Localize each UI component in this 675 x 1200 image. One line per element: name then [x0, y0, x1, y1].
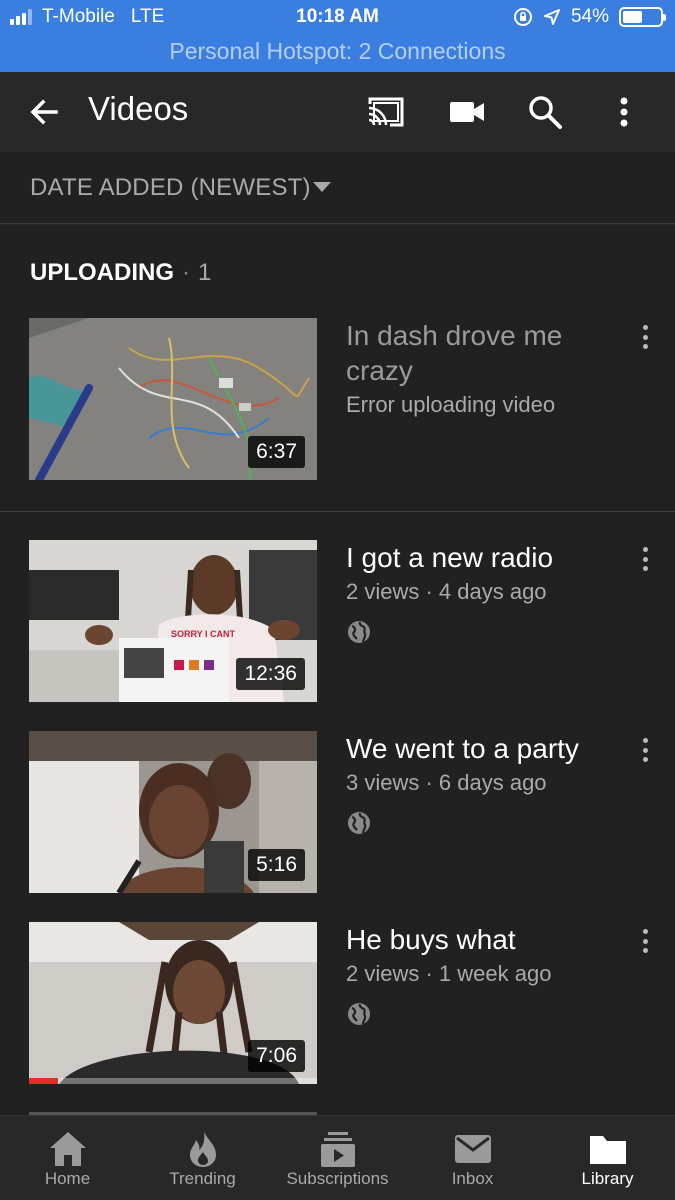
rotation-lock-icon — [513, 8, 532, 26]
video-title[interactable]: We went to a party — [346, 731, 616, 766]
globe-icon — [348, 1003, 370, 1025]
sort-label: DATE ADDED (NEWEST) — [30, 174, 311, 201]
battery-percent: 54% — [570, 6, 609, 27]
video-thumbnail[interactable]: 7:06 — [29, 922, 317, 1084]
subscriptions-icon — [320, 1132, 355, 1167]
cast-icon[interactable] — [366, 92, 406, 132]
svg-text:SORRY I CANT: SORRY I CANT — [171, 629, 236, 639]
video-stats: 2 views · 1 week ago — [346, 961, 552, 986]
more-vert-icon[interactable] — [635, 926, 655, 956]
globe-icon — [348, 621, 370, 643]
uploading-heading: UPLOADING — [30, 259, 174, 286]
home-icon — [49, 1132, 86, 1166]
nav-inbox[interactable]: Inbox — [405, 1116, 540, 1200]
video-thumbnail[interactable]: 5:16 — [29, 731, 317, 893]
nav-label: Library — [581, 1169, 634, 1188]
nav-library[interactable]: Library — [540, 1116, 675, 1200]
nav-label: Trending — [169, 1169, 236, 1188]
upload-status: Error uploading video — [346, 392, 556, 417]
uploading-count: 1 — [198, 259, 212, 286]
nav-subscriptions[interactable]: Subscriptions — [270, 1116, 405, 1200]
video-thumbnail[interactable]: SORRY I CANT 12:36 — [29, 540, 317, 702]
page-title: Videos — [88, 90, 189, 127]
back-arrow-icon[interactable] — [24, 92, 64, 132]
more-vert-icon[interactable] — [635, 322, 655, 352]
nav-home[interactable]: Home — [0, 1116, 135, 1200]
video-duration: 7:06 — [248, 1040, 305, 1072]
video-title[interactable]: I got a new radio — [346, 540, 616, 575]
more-vert-icon[interactable] — [635, 544, 655, 574]
video-thumbnail[interactable]: 6:37 — [29, 318, 317, 480]
video-stats: 3 views · 6 days ago — [346, 770, 547, 795]
video-duration: 12:36 — [236, 658, 305, 690]
video-item[interactable]: 7:06 He buys what 2 views · 1 week ago — [0, 922, 675, 1092]
video-list: UPLOADING · 1 6:37 In dash drove me craz… — [0, 225, 675, 1115]
video-item[interactable]: 5:16 We went to a party 3 views · 6 days… — [0, 731, 675, 901]
video-duration: 6:37 — [248, 436, 305, 468]
app-bar: Videos — [0, 72, 675, 152]
globe-icon — [348, 812, 370, 834]
video-title[interactable]: He buys what — [346, 922, 616, 957]
uploading-section-header: UPLOADING · 1 — [30, 259, 212, 286]
search-icon[interactable] — [525, 92, 565, 132]
watch-progress-bar — [29, 1078, 58, 1084]
nav-label: Inbox — [451, 1169, 494, 1188]
status-bar: T-Mobile LTE 10:18 AM 54% Personal Hotsp… — [0, 0, 675, 72]
more-vert-icon[interactable] — [635, 735, 655, 765]
dropdown-caret-icon — [313, 182, 331, 192]
inbox-icon — [454, 1135, 491, 1163]
sort-dropdown[interactable]: DATE ADDED (NEWEST) — [0, 152, 675, 224]
video-item[interactable]: SORRY I CANT 12:36 I got a new radio 2 v… — [0, 540, 675, 710]
flame-icon — [189, 1131, 216, 1167]
watch-progress-track — [29, 1078, 317, 1084]
section-divider — [0, 511, 675, 512]
hotspot-banner[interactable]: Personal Hotspot: 2 Connections — [0, 38, 675, 65]
location-icon — [543, 9, 560, 25]
nav-label: Home — [44, 1169, 91, 1188]
video-duration: 5:16 — [248, 849, 305, 881]
video-title[interactable]: In dash drove me crazy — [346, 318, 616, 388]
battery-icon — [619, 7, 666, 27]
video-stats: 2 views · 4 days ago — [346, 579, 547, 604]
nav-trending[interactable]: Trending — [135, 1116, 270, 1200]
uploading-video-item[interactable]: 6:37 In dash drove me crazy Error upload… — [0, 318, 675, 488]
nav-label: Subscriptions — [286, 1169, 389, 1188]
more-vert-icon[interactable] — [604, 92, 644, 132]
video-camera-icon[interactable] — [447, 92, 487, 132]
bottom-navigation: Home Trending Subscriptions Inbox Librar… — [0, 1115, 675, 1200]
folder-icon — [589, 1136, 626, 1164]
